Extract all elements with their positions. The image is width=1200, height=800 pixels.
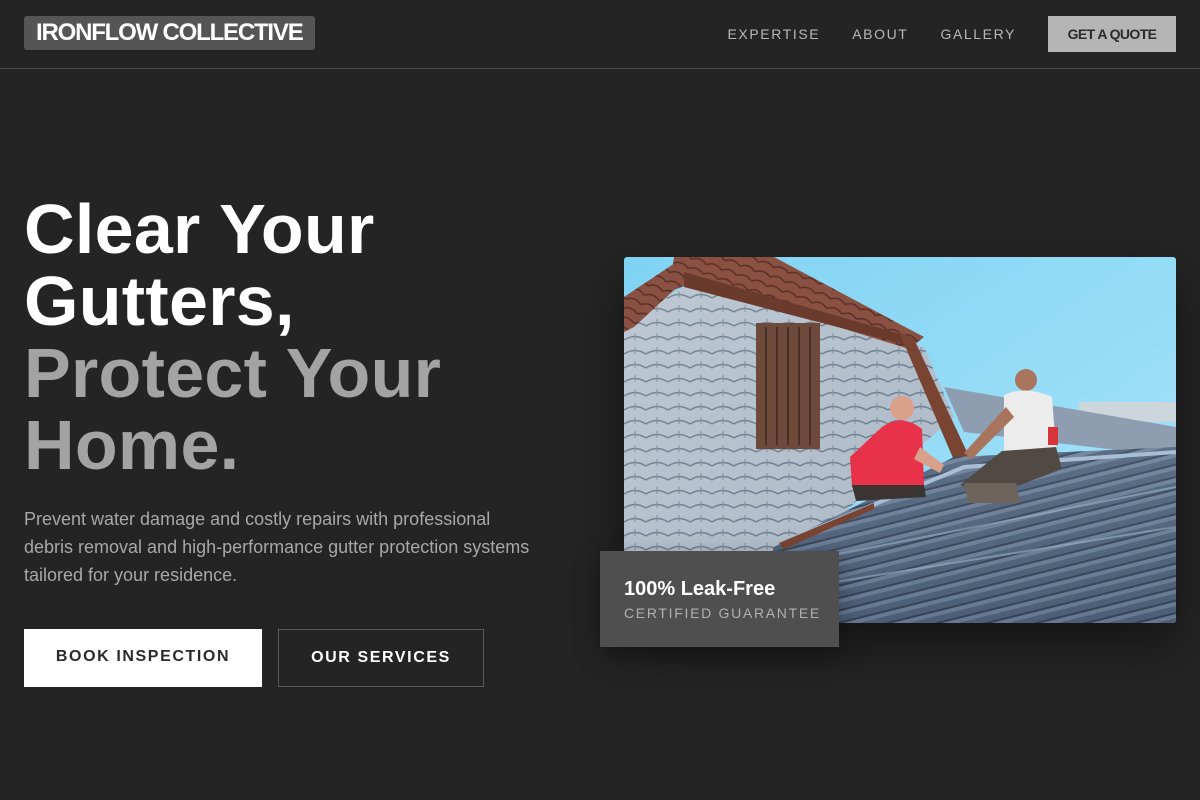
our-services-button[interactable]: OUR SERVICES (278, 629, 484, 687)
top-navigation: IRONFLOW COLLECTIVE EXPERTISE ABOUT GALL… (0, 0, 1200, 69)
nav-link-expertise[interactable]: EXPERTISE (727, 26, 820, 42)
headline-line-1: Clear Your (24, 190, 375, 268)
hero-description: Prevent water damage and costly repairs … (24, 509, 530, 585)
badge-subtitle: CERTIFIED GUARANTEE (624, 605, 821, 621)
hero-headline: Clear Your Gutters, Protect Your Home. (24, 193, 441, 481)
get-a-quote-button[interactable]: GET A QUOTE (1048, 16, 1176, 52)
nav-links: EXPERTISE ABOUT GALLERY GET A QUOTE (727, 16, 1176, 52)
nav-link-gallery[interactable]: GALLERY (940, 26, 1016, 42)
brand-logo[interactable]: IRONFLOW COLLECTIVE (24, 16, 315, 50)
headline-line-4: Home. (24, 406, 240, 484)
badge-title: 100% Leak-Free (624, 578, 776, 600)
guarantee-badge: 100% Leak-Free CERTIFIED GUARANTEE (600, 551, 839, 647)
headline-line-3: Protect Your (24, 334, 442, 412)
nav-link-about[interactable]: ABOUT (852, 26, 908, 42)
headline-line-2: Gutters, (24, 262, 295, 340)
book-inspection-button[interactable]: BOOK INSPECTION (24, 629, 262, 687)
